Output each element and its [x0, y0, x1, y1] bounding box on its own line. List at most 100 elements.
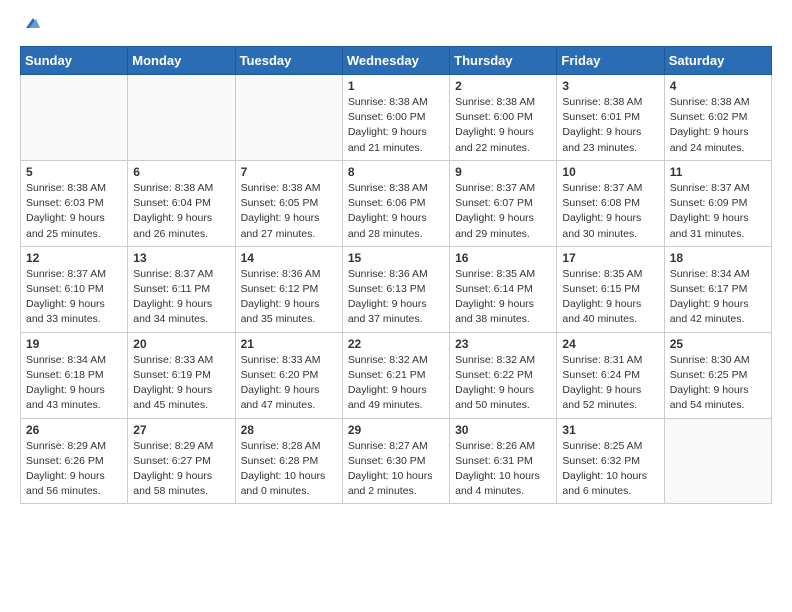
day-info: Sunrise: 8:32 AM Sunset: 6:22 PM Dayligh…	[455, 353, 551, 414]
day-info: Sunrise: 8:25 AM Sunset: 6:32 PM Dayligh…	[562, 439, 658, 500]
calendar-cell: 31 Sunrise: 8:25 AM Sunset: 6:32 PM Dayli…	[557, 418, 664, 504]
calendar-cell	[128, 75, 235, 161]
calendar-week-row: 19 Sunrise: 8:34 AM Sunset: 6:18 PM Dayli…	[21, 332, 772, 418]
day-number: 20	[133, 337, 229, 351]
calendar-cell: 25Sunrise: 8:30 AM Sunset: 6:25 PM Dayli…	[664, 332, 771, 418]
day-of-week-header: Tuesday	[235, 47, 342, 75]
day-of-week-header: Wednesday	[342, 47, 449, 75]
day-number: 6	[133, 165, 229, 179]
calendar-cell: 17Sunrise: 8:35 AM Sunset: 6:15 PM Dayli…	[557, 246, 664, 332]
calendar-week-row: 26 Sunrise: 8:29 AM Sunset: 6:26 PM Dayli…	[21, 418, 772, 504]
calendar-cell: 14 Sunrise: 8:36 AM Sunset: 6:12 PM Dayli…	[235, 246, 342, 332]
day-number: 10	[562, 165, 658, 179]
day-info: Sunrise: 8:37 AM Sunset: 6:09 PM Dayligh…	[670, 181, 766, 242]
day-info: Sunrise: 8:27 AM Sunset: 6:30 PM Dayligh…	[348, 439, 444, 500]
day-number: 9	[455, 165, 551, 179]
day-info: Sunrise: 8:28 AM Sunset: 6:28 PM Dayligh…	[241, 439, 337, 500]
calendar-cell: 28 Sunrise: 8:28 AM Sunset: 6:28 PM Dayli…	[235, 418, 342, 504]
day-number: 18	[670, 251, 766, 265]
day-info: Sunrise: 8:38 AM Sunset: 6:00 PM Dayligh…	[348, 95, 444, 156]
day-number: 11	[670, 165, 766, 179]
day-number: 13	[133, 251, 229, 265]
day-number: 28	[241, 423, 337, 437]
day-of-week-header: Thursday	[450, 47, 557, 75]
day-info: Sunrise: 8:31 AM Sunset: 6:24 PM Dayligh…	[562, 353, 658, 414]
day-number: 5	[26, 165, 122, 179]
day-info: Sunrise: 8:29 AM Sunset: 6:27 PM Dayligh…	[133, 439, 229, 500]
calendar-cell: 13Sunrise: 8:37 AM Sunset: 6:11 PM Dayli…	[128, 246, 235, 332]
logo-icon	[22, 14, 44, 36]
day-info: Sunrise: 8:29 AM Sunset: 6:26 PM Dayligh…	[26, 439, 122, 500]
calendar-cell: 10 Sunrise: 8:37 AM Sunset: 6:08 PM Dayli…	[557, 160, 664, 246]
day-number: 1	[348, 79, 444, 93]
day-number: 14	[241, 251, 337, 265]
day-info: Sunrise: 8:33 AM Sunset: 6:20 PM Dayligh…	[241, 353, 337, 414]
calendar-cell: 8 Sunrise: 8:38 AM Sunset: 6:06 PM Daylig…	[342, 160, 449, 246]
day-info: Sunrise: 8:38 AM Sunset: 6:01 PM Dayligh…	[562, 95, 658, 156]
day-info: Sunrise: 8:36 AM Sunset: 6:13 PM Dayligh…	[348, 267, 444, 328]
calendar-cell: 30 Sunrise: 8:26 AM Sunset: 6:31 PM Dayli…	[450, 418, 557, 504]
day-info: Sunrise: 8:35 AM Sunset: 6:14 PM Dayligh…	[455, 267, 551, 328]
day-number: 2	[455, 79, 551, 93]
day-info: Sunrise: 8:32 AM Sunset: 6:21 PM Dayligh…	[348, 353, 444, 414]
day-number: 15	[348, 251, 444, 265]
day-number: 26	[26, 423, 122, 437]
day-number: 4	[670, 79, 766, 93]
calendar: SundayMondayTuesdayWednesdayThursdayFrid…	[20, 46, 772, 504]
calendar-cell: 16 Sunrise: 8:35 AM Sunset: 6:14 PM Dayli…	[450, 246, 557, 332]
calendar-cell: 4Sunrise: 8:38 AM Sunset: 6:02 PM Daylig…	[664, 75, 771, 161]
calendar-cell: 2 Sunrise: 8:38 AM Sunset: 6:00 PM Daylig…	[450, 75, 557, 161]
day-info: Sunrise: 8:38 AM Sunset: 6:05 PM Dayligh…	[241, 181, 337, 242]
calendar-cell: 19 Sunrise: 8:34 AM Sunset: 6:18 PM Dayli…	[21, 332, 128, 418]
calendar-cell: 9 Sunrise: 8:37 AM Sunset: 6:07 PM Daylig…	[450, 160, 557, 246]
day-number: 16	[455, 251, 551, 265]
day-number: 30	[455, 423, 551, 437]
day-info: Sunrise: 8:38 AM Sunset: 6:03 PM Dayligh…	[26, 181, 122, 242]
day-number: 23	[455, 337, 551, 351]
day-of-week-header: Friday	[557, 47, 664, 75]
day-info: Sunrise: 8:37 AM Sunset: 6:07 PM Dayligh…	[455, 181, 551, 242]
day-of-week-header: Monday	[128, 47, 235, 75]
calendar-cell: 6 Sunrise: 8:38 AM Sunset: 6:04 PM Daylig…	[128, 160, 235, 246]
day-info: Sunrise: 8:38 AM Sunset: 6:04 PM Dayligh…	[133, 181, 229, 242]
calendar-cell: 11 Sunrise: 8:37 AM Sunset: 6:09 PM Dayli…	[664, 160, 771, 246]
logo	[20, 16, 44, 36]
day-info: Sunrise: 8:37 AM Sunset: 6:08 PM Dayligh…	[562, 181, 658, 242]
day-info: Sunrise: 8:34 AM Sunset: 6:18 PM Dayligh…	[26, 353, 122, 414]
calendar-week-row: 1 Sunrise: 8:38 AM Sunset: 6:00 PM Daylig…	[21, 75, 772, 161]
day-number: 21	[241, 337, 337, 351]
calendar-cell: 12 Sunrise: 8:37 AM Sunset: 6:10 PM Dayli…	[21, 246, 128, 332]
day-info: Sunrise: 8:38 AM Sunset: 6:06 PM Dayligh…	[348, 181, 444, 242]
calendar-cell: 5 Sunrise: 8:38 AM Sunset: 6:03 PM Daylig…	[21, 160, 128, 246]
day-number: 27	[133, 423, 229, 437]
day-info: Sunrise: 8:36 AM Sunset: 6:12 PM Dayligh…	[241, 267, 337, 328]
calendar-cell	[21, 75, 128, 161]
day-info: Sunrise: 8:26 AM Sunset: 6:31 PM Dayligh…	[455, 439, 551, 500]
day-number: 22	[348, 337, 444, 351]
calendar-week-row: 12 Sunrise: 8:37 AM Sunset: 6:10 PM Dayli…	[21, 246, 772, 332]
day-info: Sunrise: 8:37 AM Sunset: 6:10 PM Dayligh…	[26, 267, 122, 328]
calendar-cell: 3Sunrise: 8:38 AM Sunset: 6:01 PM Daylig…	[557, 75, 664, 161]
day-number: 12	[26, 251, 122, 265]
calendar-cell: 27 Sunrise: 8:29 AM Sunset: 6:27 PM Dayli…	[128, 418, 235, 504]
calendar-cell: 18Sunrise: 8:34 AM Sunset: 6:17 PM Dayli…	[664, 246, 771, 332]
calendar-cell: 20Sunrise: 8:33 AM Sunset: 6:19 PM Dayli…	[128, 332, 235, 418]
calendar-header-row: SundayMondayTuesdayWednesdayThursdayFrid…	[21, 47, 772, 75]
day-of-week-header: Saturday	[664, 47, 771, 75]
day-number: 29	[348, 423, 444, 437]
calendar-cell: 22 Sunrise: 8:32 AM Sunset: 6:21 PM Dayli…	[342, 332, 449, 418]
day-number: 24	[562, 337, 658, 351]
calendar-cell: 24 Sunrise: 8:31 AM Sunset: 6:24 PM Dayli…	[557, 332, 664, 418]
calendar-cell: 7Sunrise: 8:38 AM Sunset: 6:05 PM Daylig…	[235, 160, 342, 246]
calendar-cell	[235, 75, 342, 161]
day-info: Sunrise: 8:38 AM Sunset: 6:00 PM Dayligh…	[455, 95, 551, 156]
calendar-cell	[664, 418, 771, 504]
calendar-cell: 26 Sunrise: 8:29 AM Sunset: 6:26 PM Dayli…	[21, 418, 128, 504]
day-info: Sunrise: 8:35 AM Sunset: 6:15 PM Dayligh…	[562, 267, 658, 328]
day-number: 8	[348, 165, 444, 179]
day-number: 25	[670, 337, 766, 351]
calendar-cell: 21 Sunrise: 8:33 AM Sunset: 6:20 PM Dayli…	[235, 332, 342, 418]
day-number: 31	[562, 423, 658, 437]
day-of-week-header: Sunday	[21, 47, 128, 75]
day-number: 19	[26, 337, 122, 351]
